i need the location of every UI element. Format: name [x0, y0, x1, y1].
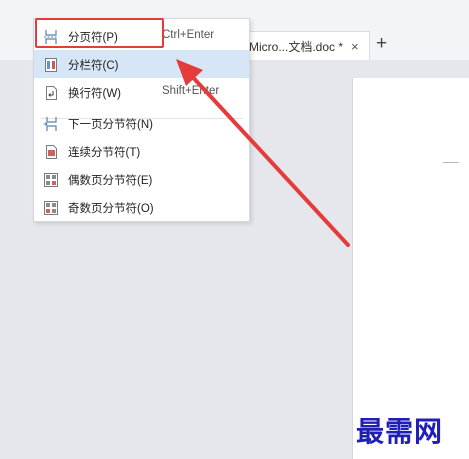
- watermark: 最需网: [356, 415, 444, 448]
- annotation-arrow: [176, 59, 350, 247]
